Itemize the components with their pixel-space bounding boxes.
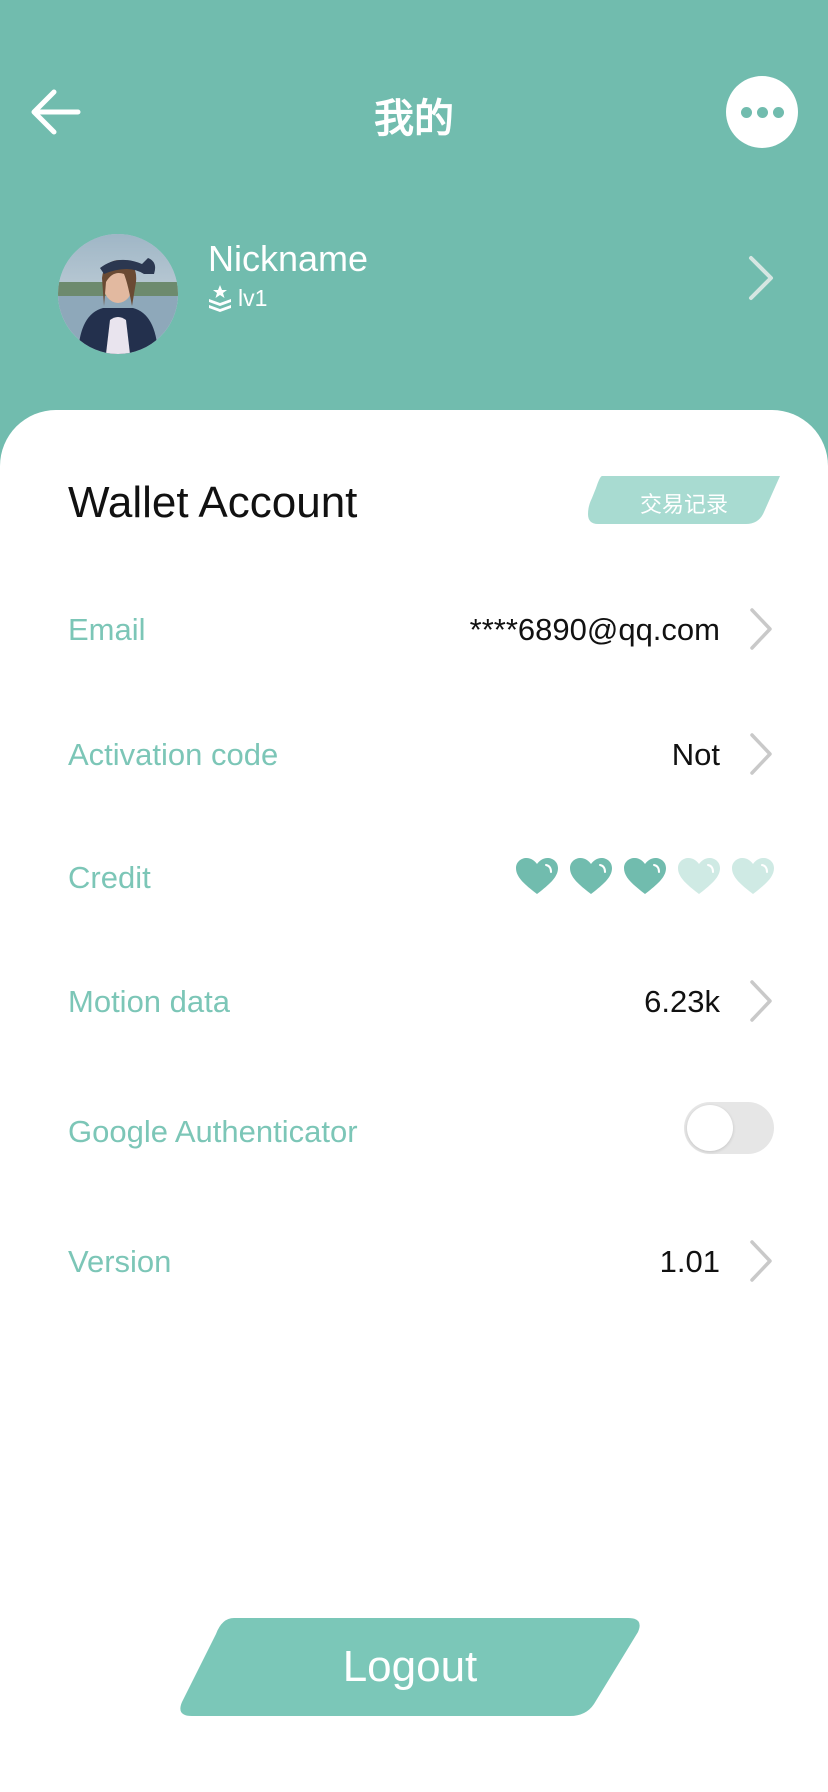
chevron-right-icon xyxy=(750,1240,772,1282)
motion-data-row[interactable]: Motion data 6.23k xyxy=(0,972,828,1032)
logout-button[interactable]: Logout xyxy=(176,1618,644,1716)
credit-label: Credit xyxy=(68,860,151,895)
user-level: lv1 xyxy=(208,284,267,312)
activation-code-label: Activation code xyxy=(68,737,279,772)
google-authenticator-toggle[interactable] xyxy=(684,1102,774,1154)
more-options-button[interactable] xyxy=(726,76,798,148)
google-authenticator-row: Google Authenticator xyxy=(0,1102,828,1162)
email-label: Email xyxy=(68,612,146,647)
rank-badge-icon xyxy=(209,285,231,312)
page-title: 我的 xyxy=(374,97,454,141)
wallet-title: Wallet Account xyxy=(68,478,358,527)
header-bar: 我的 Nickname lv1 xyxy=(0,0,828,420)
motion-data-label: Motion data xyxy=(68,984,230,1019)
transaction-history-button[interactable]: 交易记录 xyxy=(588,476,780,524)
more-dots-icon-dot xyxy=(773,107,784,118)
chevron-right-icon xyxy=(750,608,772,650)
version-value: 1.01 xyxy=(659,1244,720,1279)
version-row[interactable]: Version 1.01 xyxy=(0,1232,828,1292)
activation-code-value: Not xyxy=(671,737,720,772)
version-label: Version xyxy=(68,1244,172,1279)
heart-empty-icon xyxy=(732,858,774,894)
google-authenticator-label: Google Authenticator xyxy=(68,1114,358,1149)
email-row[interactable]: Email ****6890@qq.com xyxy=(0,600,828,660)
chevron-right-icon[interactable] xyxy=(746,254,776,302)
motion-data-value: 6.23k xyxy=(644,984,720,1019)
heart-filled-icon xyxy=(516,858,558,894)
avatar-image xyxy=(58,234,178,354)
nickname: Nickname xyxy=(208,238,369,279)
chevron-right-icon xyxy=(750,980,772,1022)
transaction-history-label: 交易记录 xyxy=(639,492,728,517)
avatar[interactable] xyxy=(58,234,178,354)
wallet-card: Wallet Account 交易记录 Email ****6890@qq.co… xyxy=(0,410,828,1792)
logout-label: Logout xyxy=(342,1642,478,1691)
toggle-knob xyxy=(687,1105,733,1151)
heart-filled-icon xyxy=(570,858,612,894)
credit-row: Credit xyxy=(0,848,828,908)
user-level-label: lv1 xyxy=(238,284,268,311)
activation-code-row[interactable]: Activation code Not xyxy=(0,725,828,785)
heart-empty-icon xyxy=(678,858,720,894)
chevron-right-icon xyxy=(750,733,772,775)
email-value: ****6890@qq.com xyxy=(469,612,720,647)
credit-rating xyxy=(514,856,776,896)
more-dots-icon-dot xyxy=(757,107,768,118)
heart-filled-icon xyxy=(624,858,666,894)
more-dots-icon xyxy=(741,107,752,118)
